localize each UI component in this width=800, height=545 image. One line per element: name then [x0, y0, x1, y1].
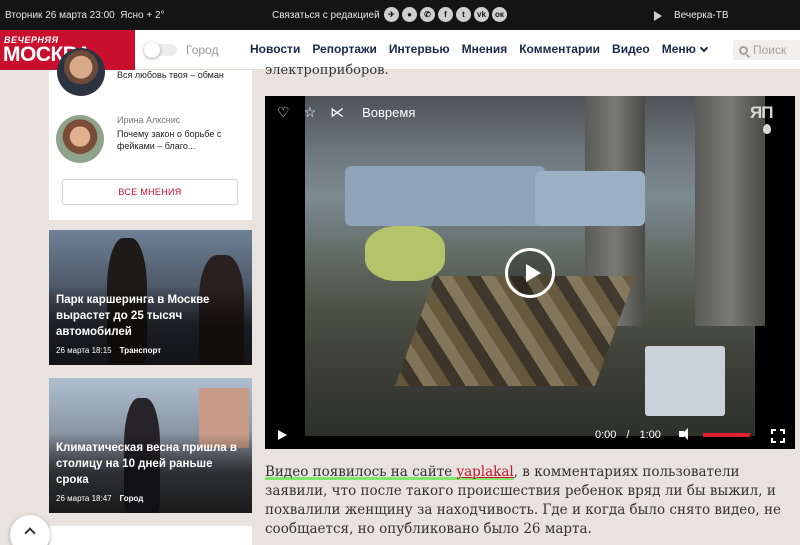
facebook-icon[interactable]: f: [438, 7, 453, 22]
social-links: ✈ ● ✆ f t vk ок: [384, 7, 507, 22]
volume-slider[interactable]: [703, 433, 750, 437]
video-controls: 0:00 / 1:00: [265, 421, 795, 449]
whatsapp-icon[interactable]: ✆: [420, 7, 435, 22]
time-separator: /: [626, 429, 630, 441]
chevron-down-icon: [699, 43, 709, 53]
menu-comments[interactable]: Комментарии: [519, 42, 600, 56]
duration: 1:00: [639, 429, 661, 441]
volume-icon[interactable]: [679, 428, 691, 440]
city-toggle[interactable]: [144, 42, 177, 58]
search-placeholder: Поиск: [753, 43, 787, 57]
news-card[interactable]: Парк каршеринга в Москве вырастет до 25 …: [49, 230, 252, 365]
opinion-author[interactable]: Ирина Алкснис: [117, 115, 180, 125]
search-icon: [739, 45, 748, 55]
current-time: 0:00: [595, 429, 617, 441]
video-play-overlay-button[interactable]: [505, 248, 555, 298]
ok-icon[interactable]: ●: [402, 7, 417, 22]
play-icon: [526, 264, 541, 282]
odnoklassniki-icon[interactable]: ок: [492, 7, 507, 22]
date-weather: Вторник 26 марта 23:00 Ясно + 2°: [5, 10, 165, 21]
menu-more-button[interactable]: Меню: [661, 42, 709, 56]
toggle-knob: [144, 42, 160, 58]
top-bar: Вторник 26 марта 23:00 Ясно + 2° Связать…: [0, 0, 800, 30]
card-tag[interactable]: Транспорт: [120, 346, 162, 355]
vk-icon[interactable]: vk: [474, 7, 489, 22]
speaker-cone: [682, 428, 688, 440]
tv-label: Вечерка-ТВ: [674, 10, 729, 21]
card-date: 26 марта 18:15: [56, 346, 112, 355]
source-link[interactable]: yaplakal: [456, 464, 513, 480]
drop-icon: [763, 124, 771, 134]
main-navigation: ВЕЧЕРНЯЯ МОСКВА Город Новости Репортажи …: [0, 30, 800, 70]
all-opinions-button[interactable]: ВСЕ МНЕНИЯ: [62, 179, 238, 205]
menu-video[interactable]: Видео: [612, 42, 650, 56]
scroll-to-top-button[interactable]: [10, 515, 50, 545]
menu-opinions[interactable]: Мнения: [462, 42, 508, 56]
current-date: Вторник 26 марта 23:00: [5, 10, 115, 21]
news-card[interactable]: Климатическая весна пришла в столицу на …: [49, 378, 252, 513]
tv-link[interactable]: Вечерка-ТВ: [654, 10, 729, 21]
chevron-up-icon: [24, 527, 36, 539]
card-meta: 26 марта 18:47 Город: [56, 494, 143, 503]
scene-sofa: [535, 171, 645, 226]
city-label: Город: [186, 43, 219, 57]
menu-more-label: Меню: [661, 42, 696, 56]
menu-interviews[interactable]: Интервью: [389, 42, 450, 56]
card-tag[interactable]: Город: [120, 494, 144, 503]
menu-reports[interactable]: Репортажи: [312, 42, 377, 56]
author-avatar[interactable]: [56, 115, 104, 163]
heart-icon[interactable]: ♡: [277, 104, 290, 121]
article-text-fragment: электроприборов.: [265, 63, 389, 78]
menu-items: Новости Репортажи Интервью Мнения Коммен…: [250, 42, 709, 56]
opinions-block: Вся любовь твоя – обман Ирина Алкснис По…: [49, 48, 252, 220]
fullscreen-icon[interactable]: [771, 429, 785, 443]
video-source-logo: ЯП: [750, 103, 773, 122]
play-icon: [654, 10, 662, 21]
article-paragraph: Видео появилось на сайте yaplakal, в ком…: [265, 463, 785, 539]
star-icon[interactable]: ☆: [304, 104, 317, 121]
opinion-title[interactable]: Почему закон о борьбе с фейками – благо.…: [117, 128, 242, 152]
card-date: 26 марта 18:47: [56, 494, 112, 503]
author-avatar[interactable]: [57, 48, 105, 96]
scene-curtain: [695, 96, 765, 326]
video-top-bar: ♡ ☆ ⋉ Вовремя: [277, 104, 415, 121]
card-title[interactable]: Парк каршеринга в Москве вырастет до 25 …: [56, 292, 241, 340]
card-meta: 26 марта 18:15 Транспорт: [56, 346, 161, 355]
card-title[interactable]: Климатическая весна пришла в столицу на …: [56, 440, 241, 488]
telegram-icon[interactable]: ✈: [384, 7, 399, 22]
scene-table: [645, 346, 725, 416]
twitter-icon[interactable]: t: [456, 7, 471, 22]
scene-baby-seat: [365, 226, 445, 281]
contact-editors-link[interactable]: Связаться с редакцией: [272, 10, 380, 21]
scene-sofa: [345, 166, 545, 226]
video-time: 0:00 / 1:00: [595, 429, 661, 441]
share-icon[interactable]: ⋉: [330, 104, 344, 121]
search-box[interactable]: Поиск: [733, 40, 800, 60]
video-title: Вовремя: [362, 105, 416, 120]
menu-news[interactable]: Новости: [250, 42, 300, 56]
news-card[interactable]: [49, 526, 252, 545]
video-player[interactable]: ♡ ☆ ⋉ Вовремя ЯП 0:00 / 1:00: [265, 96, 795, 449]
highlighted-text: Видео появилось на сайте: [265, 464, 457, 480]
play-icon[interactable]: [278, 430, 287, 440]
opinion-title[interactable]: Вся любовь твоя – обман: [117, 70, 224, 80]
weather: Ясно + 2°: [120, 10, 165, 21]
